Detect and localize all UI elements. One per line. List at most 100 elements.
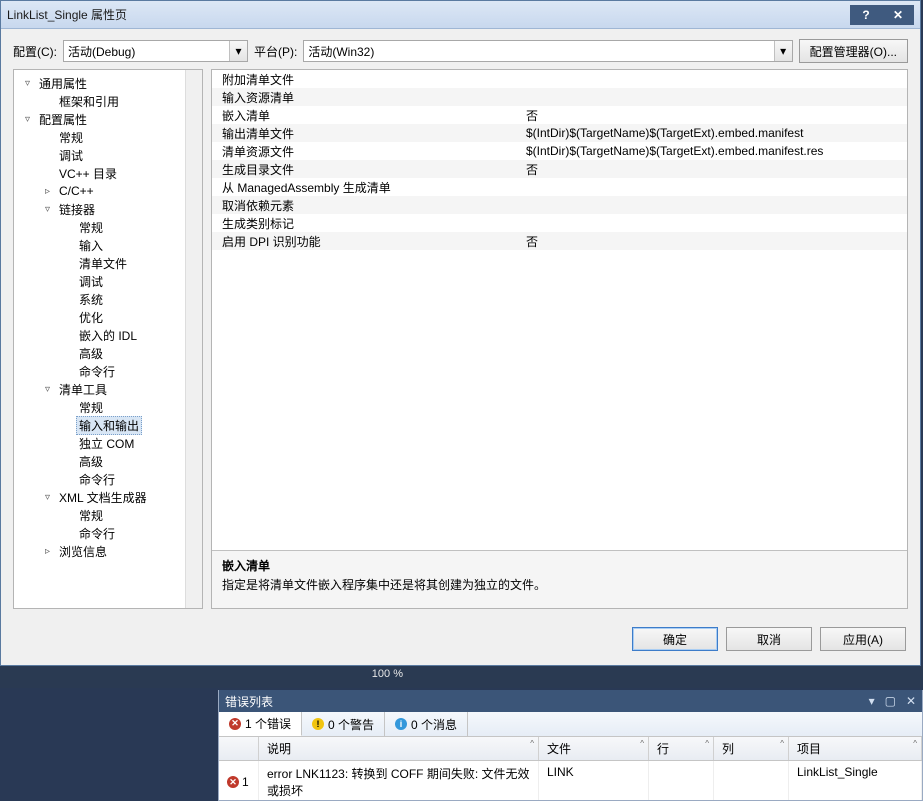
tree-item[interactable]: 输入 bbox=[16, 236, 200, 254]
col-project[interactable]: 项目^ bbox=[789, 737, 922, 760]
tree-item[interactable]: 高级 bbox=[16, 344, 200, 362]
col-icon[interactable] bbox=[219, 737, 259, 760]
sort-up-icon: ^ bbox=[640, 739, 644, 748]
sort-up-icon: ^ bbox=[913, 739, 917, 748]
tree-item[interactable]: 清单文件 bbox=[16, 254, 200, 272]
messages-count: 0 个消息 bbox=[411, 716, 457, 733]
apply-button[interactable]: 应用(A) bbox=[820, 627, 906, 651]
tree-item[interactable]: ▿配置属性 bbox=[16, 110, 200, 128]
tree-item[interactable]: ▹浏览信息 bbox=[16, 542, 200, 560]
platform-label: 平台(P): bbox=[254, 43, 297, 60]
chevron-down-icon: ▾ bbox=[774, 41, 792, 61]
tree-item[interactable]: 高级 bbox=[16, 452, 200, 470]
tree-item[interactable]: 命令行 bbox=[16, 524, 200, 542]
pin-icon[interactable]: ▢ bbox=[885, 694, 896, 708]
tree-item[interactable]: 常规 bbox=[16, 218, 200, 236]
tree-item-label: 独立 COM bbox=[76, 435, 137, 452]
platform-dropdown[interactable]: 活动(Win32) ▾ bbox=[303, 40, 792, 62]
messages-filter-tab[interactable]: i 0 个消息 bbox=[385, 712, 468, 736]
property-row[interactable]: 生成类别标记 bbox=[212, 214, 907, 232]
tree-item[interactable]: VC++ 目录 bbox=[16, 164, 200, 182]
tree-item-label: C/C++ bbox=[56, 184, 97, 198]
tree-item-label: 清单文件 bbox=[76, 255, 130, 272]
property-row[interactable]: 启用 DPI 识别功能否 bbox=[212, 232, 907, 250]
expand-collapse-icon[interactable]: ▿ bbox=[42, 204, 53, 215]
tree-item[interactable]: 输入和输出 bbox=[16, 416, 200, 434]
tree-item[interactable]: 命令行 bbox=[16, 362, 200, 380]
tree-item[interactable]: 系统 bbox=[16, 290, 200, 308]
configuration-manager-button[interactable]: 配置管理器(O)... bbox=[799, 39, 908, 63]
tree-item[interactable]: ▹C/C++ bbox=[16, 182, 200, 200]
dialog-footer: 确定 取消 应用(A) bbox=[1, 619, 920, 665]
property-row[interactable]: 嵌入清单否 bbox=[212, 106, 907, 124]
error-project: LinkList_Single bbox=[789, 761, 922, 800]
tree-spacer bbox=[62, 276, 73, 287]
property-value[interactable]: $(IntDir)$(TargetName)$(TargetExt).embed… bbox=[522, 144, 907, 158]
zoom-level[interactable]: 100 % bbox=[372, 668, 403, 680]
expand-collapse-icon[interactable]: ▿ bbox=[22, 78, 33, 89]
expand-collapse-icon[interactable]: ▿ bbox=[22, 114, 33, 125]
category-tree[interactable]: ▿通用属性框架和引用▿配置属性常规调试VC++ 目录▹C/C++▿链接器常规输入… bbox=[13, 69, 203, 609]
scrollbar[interactable] bbox=[185, 70, 202, 608]
col-col[interactable]: 列^ bbox=[714, 737, 789, 760]
tree-item[interactable]: 调试 bbox=[16, 146, 200, 164]
description-text: 指定是将清单文件嵌入程序集中还是将其创建为独立的文件。 bbox=[222, 576, 897, 593]
tree-item[interactable]: 命令行 bbox=[16, 470, 200, 488]
property-row[interactable]: 附加清单文件 bbox=[212, 70, 907, 88]
error-line bbox=[649, 761, 714, 800]
sort-up-icon: ^ bbox=[705, 739, 709, 748]
error-row[interactable]: ✕1error LNK1123: 转换到 COFF 期间失败: 文件无效或损坏L… bbox=[219, 761, 922, 800]
tree-item[interactable]: 优化 bbox=[16, 308, 200, 326]
tree-item[interactable]: 独立 COM bbox=[16, 434, 200, 452]
dropdown-chevron-icon[interactable]: ▾ bbox=[869, 694, 875, 708]
col-file[interactable]: 文件^ bbox=[539, 737, 649, 760]
expand-collapse-icon[interactable]: ▿ bbox=[42, 492, 53, 503]
property-row[interactable]: 清单资源文件$(IntDir)$(TargetName)$(TargetExt)… bbox=[212, 142, 907, 160]
platform-value: 活动(Win32) bbox=[308, 43, 374, 60]
error-icon: ✕ bbox=[227, 776, 239, 788]
tree-item[interactable]: ▿清单工具 bbox=[16, 380, 200, 398]
warnings-filter-tab[interactable]: ! 0 个警告 bbox=[302, 712, 385, 736]
expand-collapse-icon[interactable]: ▹ bbox=[42, 546, 53, 557]
property-name: 嵌入清单 bbox=[212, 107, 522, 124]
property-value[interactable]: 否 bbox=[522, 107, 907, 124]
property-value[interactable]: $(IntDir)$(TargetName)$(TargetExt).embed… bbox=[522, 126, 907, 140]
col-description[interactable]: 说明^ bbox=[259, 737, 539, 760]
col-line[interactable]: 行^ bbox=[649, 737, 714, 760]
tree-item[interactable]: 常规 bbox=[16, 398, 200, 416]
tree-item[interactable]: 常规 bbox=[16, 128, 200, 146]
errors-filter-tab[interactable]: ✕ 1 个错误 bbox=[219, 712, 302, 736]
tree-item-label: 常规 bbox=[76, 399, 106, 416]
tree-item[interactable]: 调试 bbox=[16, 272, 200, 290]
property-name: 输出清单文件 bbox=[212, 125, 522, 142]
property-name: 附加清单文件 bbox=[212, 71, 522, 88]
error-icon: ✕ bbox=[229, 718, 241, 730]
help-button[interactable]: ? bbox=[850, 5, 882, 25]
property-row[interactable]: 取消依赖元素 bbox=[212, 196, 907, 214]
tree-item[interactable]: ▿XML 文档生成器 bbox=[16, 488, 200, 506]
error-description: error LNK1123: 转换到 COFF 期间失败: 文件无效或损坏 bbox=[259, 761, 539, 800]
tree-item[interactable]: ▿链接器 bbox=[16, 200, 200, 218]
configuration-dropdown[interactable]: 活动(Debug) ▾ bbox=[63, 40, 248, 62]
expand-collapse-icon[interactable]: ▿ bbox=[42, 384, 53, 395]
ok-button[interactable]: 确定 bbox=[632, 627, 718, 651]
tree-item-label: 优化 bbox=[76, 309, 106, 326]
tree-item[interactable]: 常规 bbox=[16, 506, 200, 524]
description-box: 嵌入清单 指定是将清单文件嵌入程序集中还是将其创建为独立的文件。 bbox=[212, 550, 907, 608]
property-value[interactable]: 否 bbox=[522, 233, 907, 250]
close-panel-icon[interactable]: ✕ bbox=[906, 694, 916, 708]
property-grid[interactable]: 附加清单文件输入资源清单嵌入清单否输出清单文件$(IntDir)$(Target… bbox=[212, 70, 907, 550]
property-row[interactable]: 输入资源清单 bbox=[212, 88, 907, 106]
tree-item[interactable]: ▿通用属性 bbox=[16, 74, 200, 92]
property-row[interactable]: 从 ManagedAssembly 生成清单 bbox=[212, 178, 907, 196]
tree-item[interactable]: 嵌入的 IDL bbox=[16, 326, 200, 344]
cancel-button[interactable]: 取消 bbox=[726, 627, 812, 651]
close-button[interactable]: ✕ bbox=[882, 5, 914, 25]
property-row[interactable]: 生成目录文件否 bbox=[212, 160, 907, 178]
tree-item-label: 命令行 bbox=[76, 471, 118, 488]
error-grid[interactable]: 说明^ 文件^ 行^ 列^ 项目^ ✕1error LNK1123: 转换到 C… bbox=[219, 737, 922, 800]
property-value[interactable]: 否 bbox=[522, 161, 907, 178]
expand-collapse-icon[interactable]: ▹ bbox=[42, 186, 53, 197]
property-row[interactable]: 输出清单文件$(IntDir)$(TargetName)$(TargetExt)… bbox=[212, 124, 907, 142]
tree-item[interactable]: 框架和引用 bbox=[16, 92, 200, 110]
